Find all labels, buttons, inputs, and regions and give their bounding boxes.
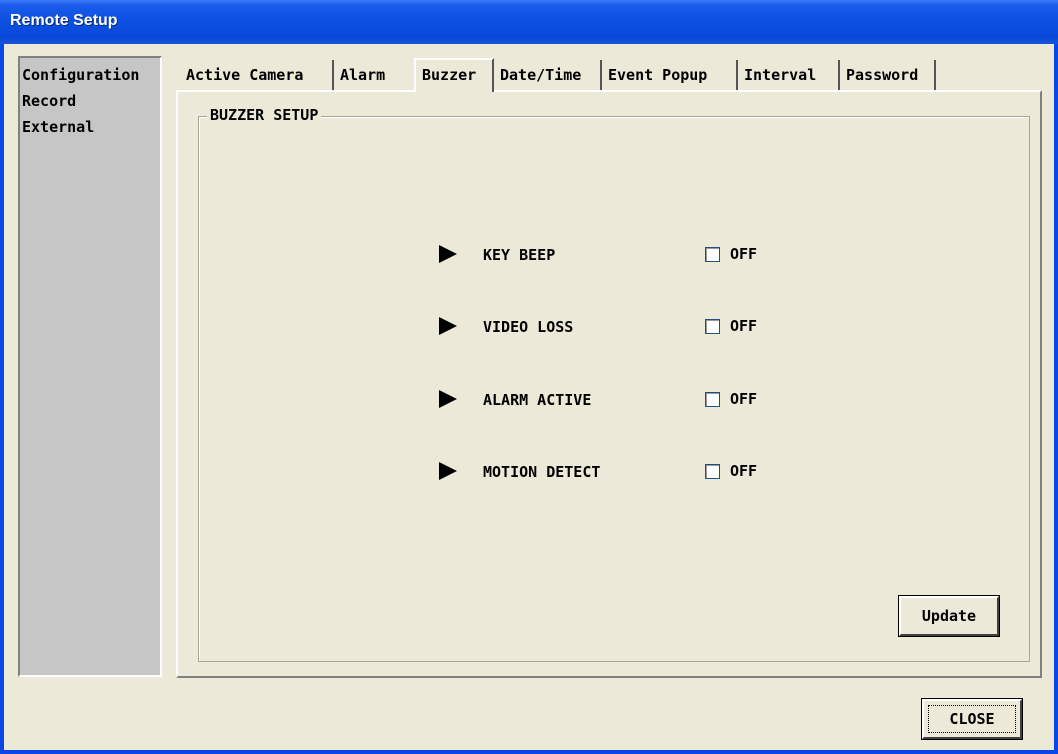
sidebar-item-external[interactable]: External	[22, 114, 160, 140]
tab-event-popup[interactable]: Event Popup	[602, 60, 738, 90]
window-client-area: Configuration Record External Active Cam…	[4, 44, 1054, 750]
tab-password[interactable]: Password	[840, 60, 936, 90]
alarm-active-label: ALARM ACTIVE	[483, 391, 592, 409]
motion-detect-checkbox[interactable]	[705, 464, 720, 479]
alarm-active-checkbox[interactable]	[705, 392, 720, 407]
motion-detect-state: OFF	[730, 462, 758, 480]
key-beep-state: OFF	[730, 245, 758, 263]
tab-interval[interactable]: Interval	[738, 60, 840, 90]
key-beep-label: KEY BEEP	[483, 246, 556, 264]
update-button[interactable]: Update	[898, 595, 1000, 637]
motion-detect-label: MOTION DETECT	[483, 463, 601, 481]
sidebar: Configuration Record External	[18, 56, 162, 677]
tab-alarm[interactable]: Alarm	[334, 60, 410, 90]
alarm-active-state: OFF	[730, 390, 758, 408]
tab-date-time[interactable]: Date/Time	[494, 60, 602, 90]
window-title: Remote Setup	[10, 12, 118, 29]
tab-buzzer[interactable]: Buzzer	[414, 58, 494, 92]
play-arrow-icon	[439, 390, 457, 408]
buzzer-tab-panel: BUZZER SETUP KEY BEEP OFF VIDEO LOSS OFF…	[176, 90, 1042, 678]
group-title: BUZZER SETUP	[207, 106, 322, 124]
key-beep-checkbox[interactable]	[705, 247, 720, 262]
title-bar[interactable]: Remote Setup	[0, 0, 1058, 44]
sidebar-item-record[interactable]: Record	[22, 88, 160, 114]
tab-active-camera[interactable]: Active Camera	[180, 60, 334, 90]
buzzer-setup-group: BUZZER SETUP KEY BEEP OFF VIDEO LOSS OFF…	[198, 106, 1030, 662]
close-button[interactable]: CLOSE	[921, 698, 1023, 740]
video-loss-checkbox[interactable]	[705, 319, 720, 334]
play-arrow-icon	[439, 317, 457, 335]
remote-setup-window: Remote Setup Configuration Record Extern…	[0, 0, 1058, 754]
play-arrow-icon	[439, 245, 457, 263]
video-loss-state: OFF	[730, 317, 758, 335]
play-arrow-icon	[439, 462, 457, 480]
focus-rect	[928, 705, 1016, 733]
video-loss-label: VIDEO LOSS	[483, 318, 574, 336]
sidebar-item-configuration[interactable]: Configuration	[22, 62, 160, 88]
